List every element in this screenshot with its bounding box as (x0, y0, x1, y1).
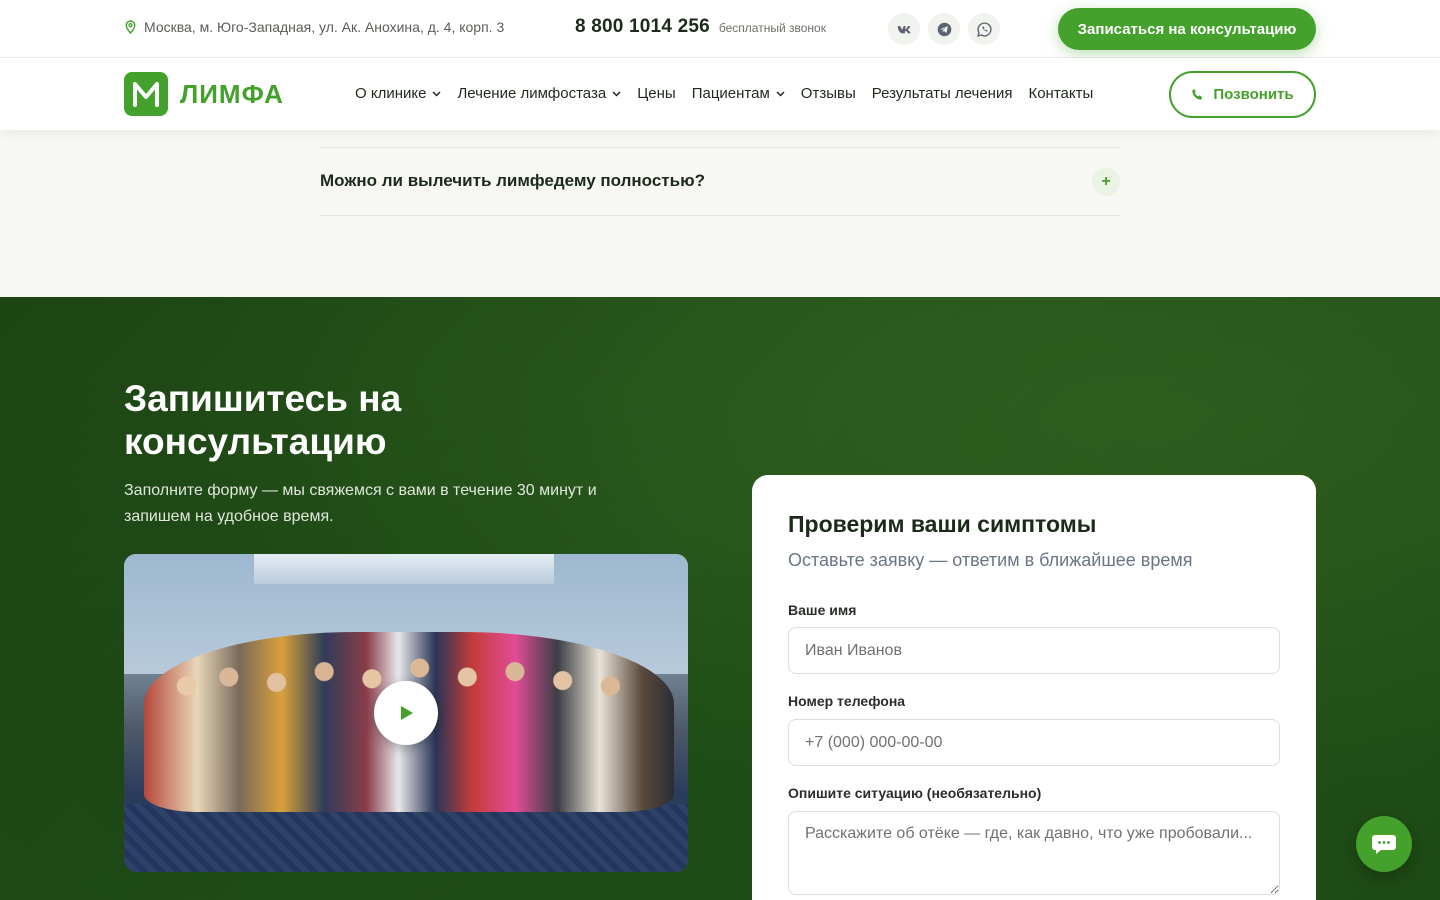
nav-item-label: Лечение лимфостаза (457, 85, 607, 102)
nav-item-about[interactable]: О клинике (355, 85, 441, 102)
phone-block: 8 800 1014 256 бесплатный звонок (575, 16, 826, 38)
logo-text: ЛИМФА (180, 78, 284, 109)
telegram-icon (937, 22, 951, 36)
logo-mark-icon (124, 72, 168, 116)
location-pin-icon (125, 20, 136, 34)
phone-number[interactable]: 8 800 1014 256 (575, 16, 710, 38)
form-title: Проверим ваши симптомы (788, 511, 1097, 537)
telegram-button[interactable] (928, 13, 960, 45)
nav-item-reviews[interactable]: Отзывы (801, 85, 856, 102)
nav-item-results[interactable]: Результаты лечения (872, 85, 1013, 102)
play-button[interactable] (374, 681, 438, 745)
form-subtitle: Оставьте заявку — ответим в ближайшее вр… (788, 550, 1193, 570)
top-bar: Москва, м. Юго-Западная, ул. Ак. Анохина… (0, 0, 1440, 58)
chat-bubble-icon (1372, 835, 1396, 854)
situation-label: Опишите ситуацию (необязательно) (788, 785, 1042, 801)
phone-label: Номер телефона (788, 693, 906, 709)
name-input[interactable] (788, 627, 1280, 674)
chat-button[interactable] (1356, 816, 1412, 872)
phone-note: бесплатный звонок (718, 21, 826, 35)
call-button-label: Позвонить (1213, 86, 1294, 103)
whatsapp-button[interactable] (968, 13, 1000, 45)
nav-item-treatment[interactable]: Лечение лимфостаза (457, 85, 621, 102)
consultation-title: Запишитесь на консультацию (124, 378, 402, 462)
name-label: Ваше имя (788, 602, 857, 618)
nav-item-label: Контакты (1028, 85, 1094, 102)
nav-item-label: Результаты лечения (871, 85, 1013, 102)
consultation-subtitle: Заполните форму — мы свяжемся с вами в т… (124, 482, 597, 525)
nav-item-label: Отзывы (800, 85, 856, 102)
address-text: Москва, м. Юго-Западная, ул. Ак. Анохина… (144, 19, 505, 35)
call-button[interactable]: Позвонить (1169, 71, 1316, 118)
consultation-section: Запишитесь на консультацию Заполните фор… (0, 297, 1440, 900)
chevron-down-icon (612, 90, 621, 97)
play-icon (401, 706, 413, 720)
vk-icon (897, 25, 911, 33)
video-thumbnail-ceiling (254, 554, 554, 584)
faq-divider (320, 215, 1120, 216)
video-preview[interactable] (124, 554, 688, 872)
whatsapp-icon (976, 21, 992, 37)
faq-divider (320, 147, 1120, 148)
video-thumbnail-floor (124, 804, 688, 872)
main-header: ЛИМФА О клинике Лечение лимфостаза Цены … (0, 58, 1440, 130)
faq-expand-icon[interactable]: + (1092, 168, 1120, 196)
nav-item-label: Цены (637, 85, 676, 102)
faq-question[interactable]: Можно ли вылечить лимфедему полностью? (320, 171, 705, 191)
situation-textarea[interactable] (788, 811, 1280, 895)
consultation-button[interactable]: Записаться на консультацию (1058, 8, 1316, 50)
chevron-down-icon (432, 90, 441, 97)
nav-item-prices[interactable]: Цены (637, 85, 676, 102)
main-nav: О клинике Лечение лимфостаза Цены Пациен… (355, 85, 1093, 102)
nav-item-contacts[interactable]: Контакты (1028, 85, 1093, 102)
symptom-form-card: Проверим ваши симптомы Оставьте заявку —… (752, 475, 1316, 900)
phone-icon (1192, 88, 1203, 100)
logo[interactable]: ЛИМФА (124, 72, 284, 116)
address[interactable]: Москва, м. Юго-Западная, ул. Ак. Анохина… (124, 19, 504, 35)
nav-item-patients[interactable]: Пациентам (692, 85, 785, 102)
nav-item-label: О клинике (355, 85, 427, 102)
vk-button[interactable] (888, 13, 920, 45)
phone-input[interactable] (788, 719, 1280, 766)
chevron-down-icon (776, 90, 785, 97)
nav-item-label: Пациентам (691, 85, 770, 102)
